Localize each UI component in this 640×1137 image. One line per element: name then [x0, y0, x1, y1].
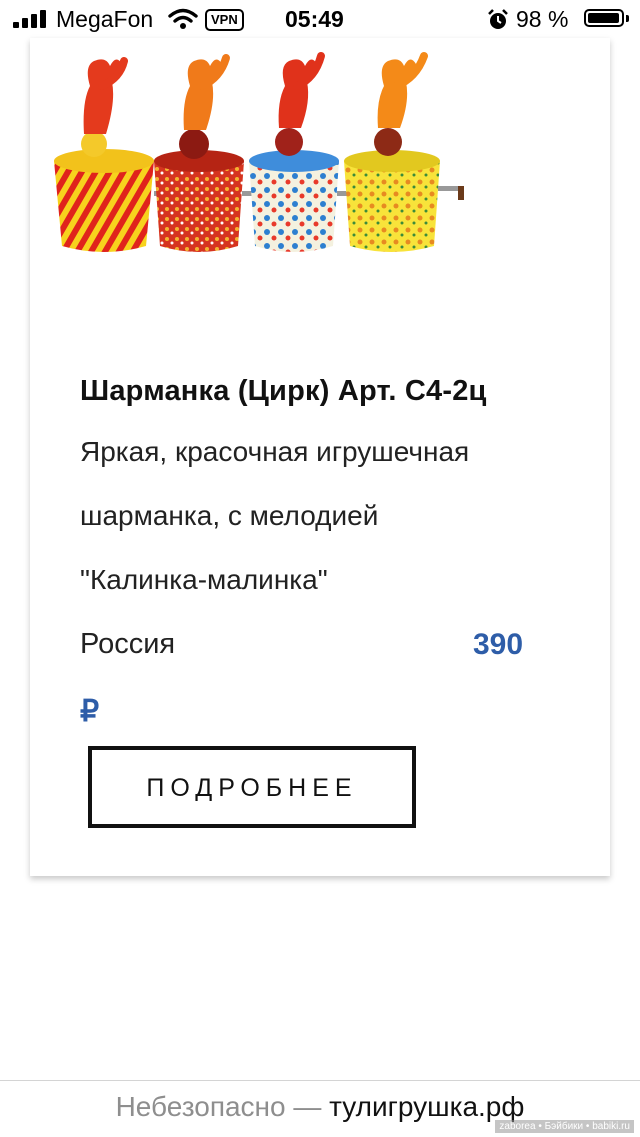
clock: 05:49 [285, 6, 344, 32]
product-image [54, 52, 464, 252]
details-button[interactable]: ПОДРОБНЕЕ [88, 746, 416, 828]
description-line: "Калинка-малинка" [80, 564, 328, 595]
wifi-icon [168, 8, 198, 29]
carrier-name: MegaFon [56, 6, 154, 32]
battery-cap [626, 15, 629, 22]
url-display[interactable]: Небезопасно — тулигрушка.рф [0, 1091, 640, 1123]
status-bar: MegaFon VPN 05:49 98 % [0, 0, 640, 40]
product-card[interactable]: Шарманка (Цирк) Арт. С4-2ц Яркая, красоч… [30, 38, 610, 876]
domain-name: тулигрушка.рф [329, 1091, 525, 1122]
description-line: Яркая, красочная игрушечная [80, 436, 470, 467]
battery-percent: 98 % [516, 6, 569, 32]
security-warning: Небезопасно — [115, 1091, 322, 1122]
product-price: 390 [473, 628, 524, 661]
signal-icon [13, 10, 47, 28]
product-origin: Россия [80, 628, 176, 660]
alarm-icon [488, 9, 508, 29]
battery-icon [584, 9, 624, 27]
currency-symbol: ₽ [80, 695, 100, 728]
vpn-badge: VPN [205, 9, 244, 31]
battery-fill [588, 13, 620, 23]
product-title[interactable]: Шарманка (Цирк) Арт. С4-2ц [80, 375, 487, 408]
watermark: zaborea • Бэйбики • babiki.ru [495, 1120, 634, 1133]
description-line: шарманка, с мелодией [80, 500, 379, 531]
